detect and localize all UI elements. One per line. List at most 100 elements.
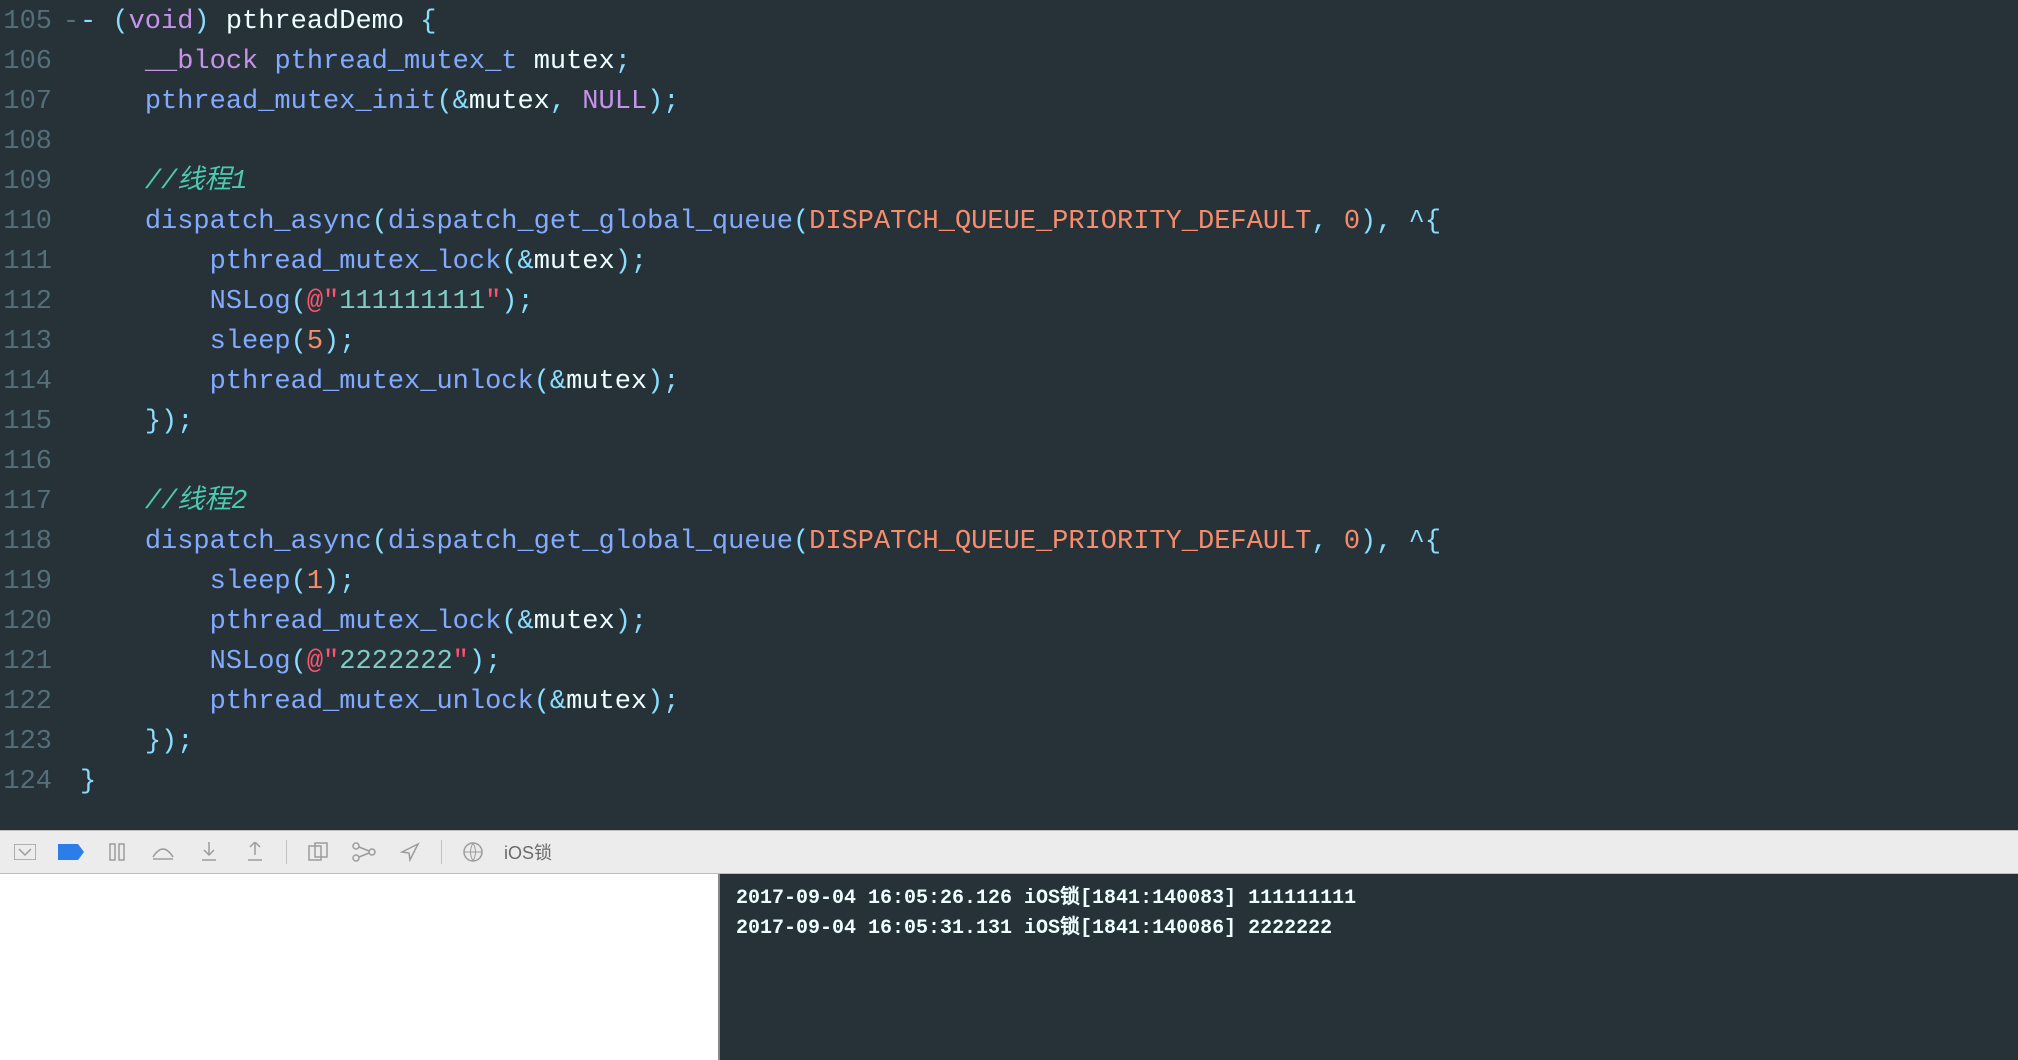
toolbar-separator	[441, 840, 442, 864]
console-line: 2017-09-04 16:05:31.131 iOS锁[1841:140086…	[736, 914, 2002, 944]
line-number[interactable]: 113	[0, 322, 62, 362]
code-content[interactable]: NSLog(@"111111111");	[80, 282, 2018, 322]
pause-icon[interactable]	[102, 837, 132, 867]
console-output[interactable]: 2017-09-04 16:05:26.126 iOS锁[1841:140083…	[720, 874, 2018, 1060]
debug-memory-graph-icon[interactable]	[349, 837, 379, 867]
code-content[interactable]: pthread_mutex_init(&mutex, NULL);	[80, 82, 2018, 122]
line-number[interactable]: 107	[0, 82, 62, 122]
code-content[interactable]: dispatch_async(dispatch_get_global_queue…	[80, 202, 2018, 242]
code-line[interactable]: 111 pthread_mutex_lock(&mutex);	[0, 242, 2018, 282]
step-over-icon[interactable]	[148, 837, 178, 867]
debug-area: 2017-09-04 16:05:26.126 iOS锁[1841:140083…	[0, 874, 2018, 1060]
debug-toolbar: iOS锁	[0, 830, 2018, 874]
code-content[interactable]: sleep(5);	[80, 322, 2018, 362]
code-line[interactable]: 117 //线程2	[0, 482, 2018, 522]
fold-indicator[interactable]: -	[62, 2, 80, 42]
code-content[interactable]: sleep(1);	[80, 562, 2018, 602]
debug-view-hierarchy-icon[interactable]	[303, 837, 333, 867]
fold-indicator[interactable]	[62, 762, 80, 802]
code-content[interactable]: dispatch_async(dispatch_get_global_queue…	[80, 522, 2018, 562]
line-number[interactable]: 110	[0, 202, 62, 242]
code-line[interactable]: 124}	[0, 762, 2018, 802]
line-number[interactable]: 119	[0, 562, 62, 602]
step-out-icon[interactable]	[240, 837, 270, 867]
fold-indicator[interactable]	[62, 722, 80, 762]
code-line[interactable]: 108	[0, 122, 2018, 162]
code-content[interactable]: - (void) pthreadDemo {	[80, 2, 2018, 42]
code-line[interactable]: 112 NSLog(@"111111111");	[0, 282, 2018, 322]
line-number[interactable]: 116	[0, 442, 62, 482]
fold-indicator[interactable]	[62, 602, 80, 642]
fold-indicator[interactable]	[62, 82, 80, 122]
line-number[interactable]: 106	[0, 42, 62, 82]
code-content[interactable]	[80, 442, 2018, 482]
toolbar-separator	[286, 840, 287, 864]
line-number[interactable]: 112	[0, 282, 62, 322]
scheme-name[interactable]: iOS锁	[504, 839, 552, 865]
line-number[interactable]: 124	[0, 762, 62, 802]
toggle-debug-area-icon[interactable]	[10, 837, 40, 867]
variables-view[interactable]	[0, 874, 720, 1060]
code-content[interactable]: }	[80, 762, 2018, 802]
code-content[interactable]: NSLog(@"2222222");	[80, 642, 2018, 682]
code-line[interactable]: 106 __block pthread_mutex_t mutex;	[0, 42, 2018, 82]
fold-indicator[interactable]	[62, 282, 80, 322]
code-line[interactable]: 121 NSLog(@"2222222");	[0, 642, 2018, 682]
fold-indicator[interactable]	[62, 682, 80, 722]
code-line[interactable]: 109 //线程1	[0, 162, 2018, 202]
breakpoints-icon[interactable]	[56, 837, 86, 867]
console-line: 2017-09-04 16:05:26.126 iOS锁[1841:140083…	[736, 884, 2002, 914]
code-line[interactable]: 119 sleep(1);	[0, 562, 2018, 602]
code-line[interactable]: 115 });	[0, 402, 2018, 442]
fold-indicator[interactable]	[62, 322, 80, 362]
line-number[interactable]: 120	[0, 602, 62, 642]
code-content[interactable]: });	[80, 722, 2018, 762]
scheme-icon[interactable]	[458, 837, 488, 867]
line-number[interactable]: 108	[0, 122, 62, 162]
fold-indicator[interactable]	[62, 442, 80, 482]
code-line[interactable]: 118 dispatch_async(dispatch_get_global_q…	[0, 522, 2018, 562]
fold-indicator[interactable]	[62, 122, 80, 162]
code-content[interactable]: pthread_mutex_unlock(&mutex);	[80, 682, 2018, 722]
fold-indicator[interactable]	[62, 482, 80, 522]
code-content[interactable]: __block pthread_mutex_t mutex;	[80, 42, 2018, 82]
fold-indicator[interactable]	[62, 42, 80, 82]
step-into-icon[interactable]	[194, 837, 224, 867]
simulate-location-icon[interactable]	[395, 837, 425, 867]
line-number[interactable]: 111	[0, 242, 62, 282]
line-number[interactable]: 122	[0, 682, 62, 722]
fold-indicator[interactable]	[62, 402, 80, 442]
code-content[interactable]: //线程2	[80, 482, 2018, 522]
code-line[interactable]: 114 pthread_mutex_unlock(&mutex);	[0, 362, 2018, 402]
line-number[interactable]: 123	[0, 722, 62, 762]
code-line[interactable]: 123 });	[0, 722, 2018, 762]
code-line[interactable]: 110 dispatch_async(dispatch_get_global_q…	[0, 202, 2018, 242]
code-line[interactable]: 120 pthread_mutex_lock(&mutex);	[0, 602, 2018, 642]
code-line[interactable]: 113 sleep(5);	[0, 322, 2018, 362]
code-content[interactable]: });	[80, 402, 2018, 442]
fold-indicator[interactable]	[62, 362, 80, 402]
fold-indicator[interactable]	[62, 522, 80, 562]
line-number[interactable]: 114	[0, 362, 62, 402]
line-number[interactable]: 121	[0, 642, 62, 682]
code-editor[interactable]: 105-- (void) pthreadDemo {106 __block pt…	[0, 0, 2018, 830]
code-content[interactable]: //线程1	[80, 162, 2018, 202]
line-number[interactable]: 109	[0, 162, 62, 202]
code-line[interactable]: 105-- (void) pthreadDemo {	[0, 2, 2018, 42]
fold-indicator[interactable]	[62, 562, 80, 602]
fold-indicator[interactable]	[62, 642, 80, 682]
fold-indicator[interactable]	[62, 242, 80, 282]
code-content[interactable]: pthread_mutex_lock(&mutex);	[80, 242, 2018, 282]
fold-indicator[interactable]	[62, 202, 80, 242]
code-line[interactable]: 116	[0, 442, 2018, 482]
line-number[interactable]: 117	[0, 482, 62, 522]
code-content[interactable]	[80, 122, 2018, 162]
code-content[interactable]: pthread_mutex_unlock(&mutex);	[80, 362, 2018, 402]
code-content[interactable]: pthread_mutex_lock(&mutex);	[80, 602, 2018, 642]
line-number[interactable]: 115	[0, 402, 62, 442]
fold-indicator[interactable]	[62, 162, 80, 202]
line-number[interactable]: 118	[0, 522, 62, 562]
line-number[interactable]: 105	[0, 2, 62, 42]
code-line[interactable]: 107 pthread_mutex_init(&mutex, NULL);	[0, 82, 2018, 122]
code-line[interactable]: 122 pthread_mutex_unlock(&mutex);	[0, 682, 2018, 722]
